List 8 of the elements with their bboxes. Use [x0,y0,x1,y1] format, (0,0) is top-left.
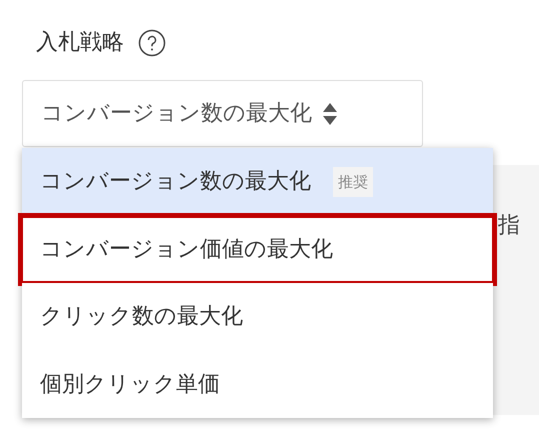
field-label: 入札戦略 [36,29,124,57]
dropdown-option[interactable]: 個別クリック単価 [22,350,493,418]
dropdown-option[interactable]: コンバージョン数の最大化 推奨 [22,148,493,216]
recommended-badge: 推奨 [333,166,373,197]
strategy-select[interactable]: コンバージョン数の最大化 [22,80,423,147]
panel-text: 指 [498,212,520,240]
dropdown-option[interactable]: クリック数の最大化 [22,283,493,350]
help-icon[interactable] [138,28,166,56]
